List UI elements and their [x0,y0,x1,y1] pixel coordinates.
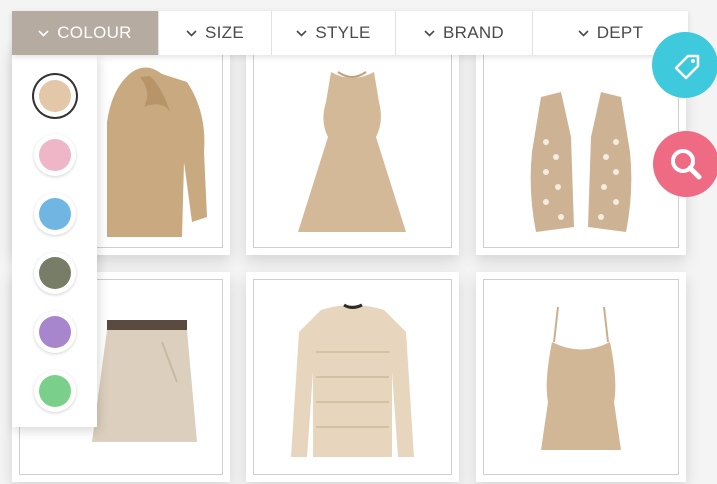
search-icon [671,149,702,180]
filter-tab-size[interactable]: SIZE [159,11,272,55]
chevron-down-icon [38,29,49,37]
colour-swatch-blue[interactable] [34,193,76,235]
dress-image [298,71,406,232]
product-card-sleeveless-dress[interactable] [246,42,459,255]
search-button[interactable] [653,131,717,197]
colour-swatch-fill [39,375,71,407]
colour-swatch-purple[interactable] [34,311,76,353]
product-card-knit-sweater[interactable] [246,272,459,482]
colour-swatch-fill [39,139,71,171]
colour-swatch-green[interactable] [34,370,76,412]
filter-tab-label: DEPT [596,23,644,42]
colour-swatch-pink[interactable] [34,134,76,176]
filter-tab-label: BRAND [442,23,504,42]
sweater-image [291,303,414,457]
chevron-down-icon [296,29,307,37]
colour-swatch-olive[interactable] [34,252,76,294]
colour-swatch-fill [39,198,71,230]
chevron-down-icon [186,29,197,37]
colour-dropdown [12,55,97,427]
colour-swatch-fill [39,257,71,289]
filter-bar: COLOUR SIZE STYLE BRAND DEPT [12,11,688,55]
tag-icon [674,54,700,80]
colour-swatch-fill [39,80,71,112]
filter-tab-colour[interactable]: COLOUR [12,11,159,55]
filter-tab-label: STYLE [315,23,371,42]
filter-tab-brand[interactable]: BRAND [396,11,533,55]
product-grid [0,0,717,484]
filter-tab-label: SIZE [205,23,244,42]
filter-tab-label: COLOUR [57,23,132,42]
product-card-camisole-top[interactable] [476,272,686,482]
filter-tab-style[interactable]: STYLE [272,11,396,55]
colour-swatch-fill [39,316,71,348]
tag-button[interactable] [652,32,717,98]
chevron-down-icon [578,29,589,37]
chevron-down-icon [424,29,435,37]
colour-swatch-beige[interactable] [34,75,76,117]
camisole-image [541,306,621,450]
